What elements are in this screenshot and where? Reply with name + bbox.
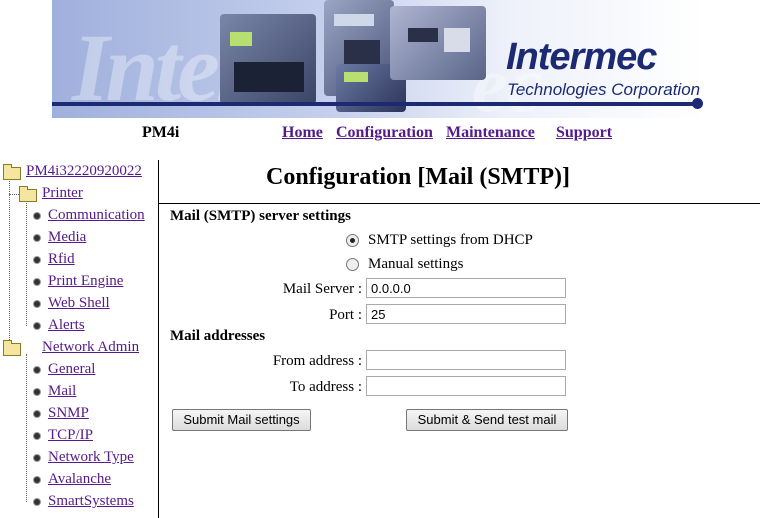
page-title: Configuration [Mail (SMTP)] [266,164,570,190]
tree-item-rfid[interactable]: Rfid [48,251,75,268]
printer-image-1 [220,14,316,104]
bullet-icon [33,498,41,506]
mail-server-label: Mail Server : [282,281,362,297]
radio-dhcp-label: SMTP settings from DHCP [368,232,533,248]
bullet-icon [33,454,41,462]
nav-support[interactable]: Support [556,124,612,142]
from-address-input[interactable] [366,350,566,370]
radio-row-manual[interactable]: Manual settings [346,256,463,273]
banner: Inter ec Intermec Technologies Corporati… [52,0,704,118]
intermec-logo: Intermec [506,36,657,78]
tree-item-smartsystems[interactable]: SmartSystems [48,493,134,510]
mail-addresses-heading: Mail addresses [170,328,266,344]
radio-manual-label: Manual settings [368,256,464,272]
bullet-icon [33,432,41,440]
from-address-label: From address : [272,353,362,369]
bullet-icon [33,476,41,484]
submit-send-test-mail-button[interactable]: Submit & Send test mail [406,409,568,431]
radio-dhcp[interactable] [346,234,359,247]
tree-item-avalanche[interactable]: Avalanche [48,471,111,488]
printer-image-4 [390,6,486,80]
intermec-subtitle: Technologies Corporation [507,80,701,99]
tree-line [9,194,19,195]
submit-mail-settings-button[interactable]: Submit Mail settings [172,409,311,431]
tree-item-network-type[interactable]: Network Type [48,449,134,466]
folder-open-icon [3,164,21,180]
bullet-icon [33,256,41,264]
folder-open-icon [19,186,37,202]
server-settings-heading: Mail (SMTP) server settings [170,208,351,224]
nav-home[interactable]: Home [282,124,323,142]
nav-configuration[interactable]: Configuration [336,124,433,142]
title-divider [158,203,760,204]
radio-manual[interactable] [346,258,359,271]
radio-row-dhcp[interactable]: SMTP settings from DHCP [346,232,533,249]
sidebar-tree: PM4i32220920022 Printer Communication Me… [0,160,159,518]
tree-item-media[interactable]: Media [48,229,86,246]
device-name: PM4i [142,124,180,141]
port-input[interactable] [366,304,566,324]
tree-folder-printer[interactable]: Printer [42,185,83,202]
nav-maintenance[interactable]: Maintenance [446,124,535,142]
tree-line [26,354,27,502]
tree-item-tcp-ip[interactable]: TCP/IP [48,427,93,444]
banner-bar-dot [692,98,703,109]
banner-bar [52,102,700,106]
to-address-input[interactable] [366,376,566,396]
tree-item-communication[interactable]: Communication [48,207,145,224]
to-address-label: To address : [289,379,362,395]
bullet-icon [33,212,41,220]
mail-server-input[interactable] [366,278,566,298]
tree-item-snmp[interactable]: SNMP [48,405,89,422]
bullet-icon [33,410,41,418]
bullet-icon [33,234,41,242]
port-label: Port : [329,307,362,323]
tree-root-device[interactable]: PM4i32220920022 [26,163,142,180]
